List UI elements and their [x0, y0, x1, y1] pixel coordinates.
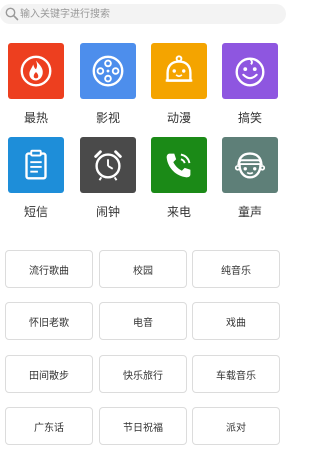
tag-button[interactable]: 广东话 [5, 407, 93, 445]
search-bar[interactable] [0, 4, 286, 24]
alarm-clock-icon [80, 137, 136, 193]
category-label: 影视 [95, 111, 120, 125]
tag-button[interactable]: 车载音乐 [192, 355, 280, 393]
category-hot[interactable]: 最热 [0, 43, 70, 133]
tag-button[interactable]: 电音 [99, 302, 187, 340]
search-input[interactable] [20, 4, 270, 24]
category-ringtone[interactable]: 来电 [143, 137, 213, 227]
category-label: 最热 [23, 111, 48, 125]
tag-button[interactable]: 纯音乐 [192, 250, 280, 288]
category-label: 来电 [166, 205, 191, 219]
category-funny[interactable]: 搞笑 [214, 43, 284, 133]
smiley-face-icon [222, 43, 278, 99]
film-reel-icon [80, 43, 136, 99]
category-label: 童声 [237, 205, 262, 219]
clipboard-icon [8, 137, 64, 193]
tag-button[interactable]: 校园 [99, 250, 187, 288]
child-face-icon [222, 137, 278, 193]
fire-icon [8, 43, 64, 99]
phone-ringing-icon [151, 137, 207, 193]
tag-button[interactable]: 田间散步 [5, 355, 93, 393]
category-alarm[interactable]: 闹钟 [72, 137, 142, 227]
bell-face-icon [151, 43, 207, 99]
category-sms[interactable]: 短信 [0, 137, 70, 227]
tag-button[interactable]: 怀旧老歌 [5, 302, 93, 340]
category-film[interactable]: 影视 [72, 43, 142, 133]
category-label: 动漫 [166, 111, 191, 125]
category-anime[interactable]: 动漫 [143, 43, 213, 133]
tag-button[interactable]: 节日祝福 [99, 407, 187, 445]
tag-button[interactable]: 流行歌曲 [5, 250, 93, 288]
category-label: 短信 [23, 205, 48, 219]
tag-button[interactable]: 戏曲 [192, 302, 280, 340]
category-label: 闹钟 [95, 205, 120, 219]
tag-button[interactable]: 快乐旅行 [99, 355, 187, 393]
category-label: 搞笑 [237, 111, 262, 125]
tag-button[interactable]: 派对 [192, 407, 280, 445]
search-icon [5, 7, 19, 21]
category-kids[interactable]: 童声 [214, 137, 284, 227]
